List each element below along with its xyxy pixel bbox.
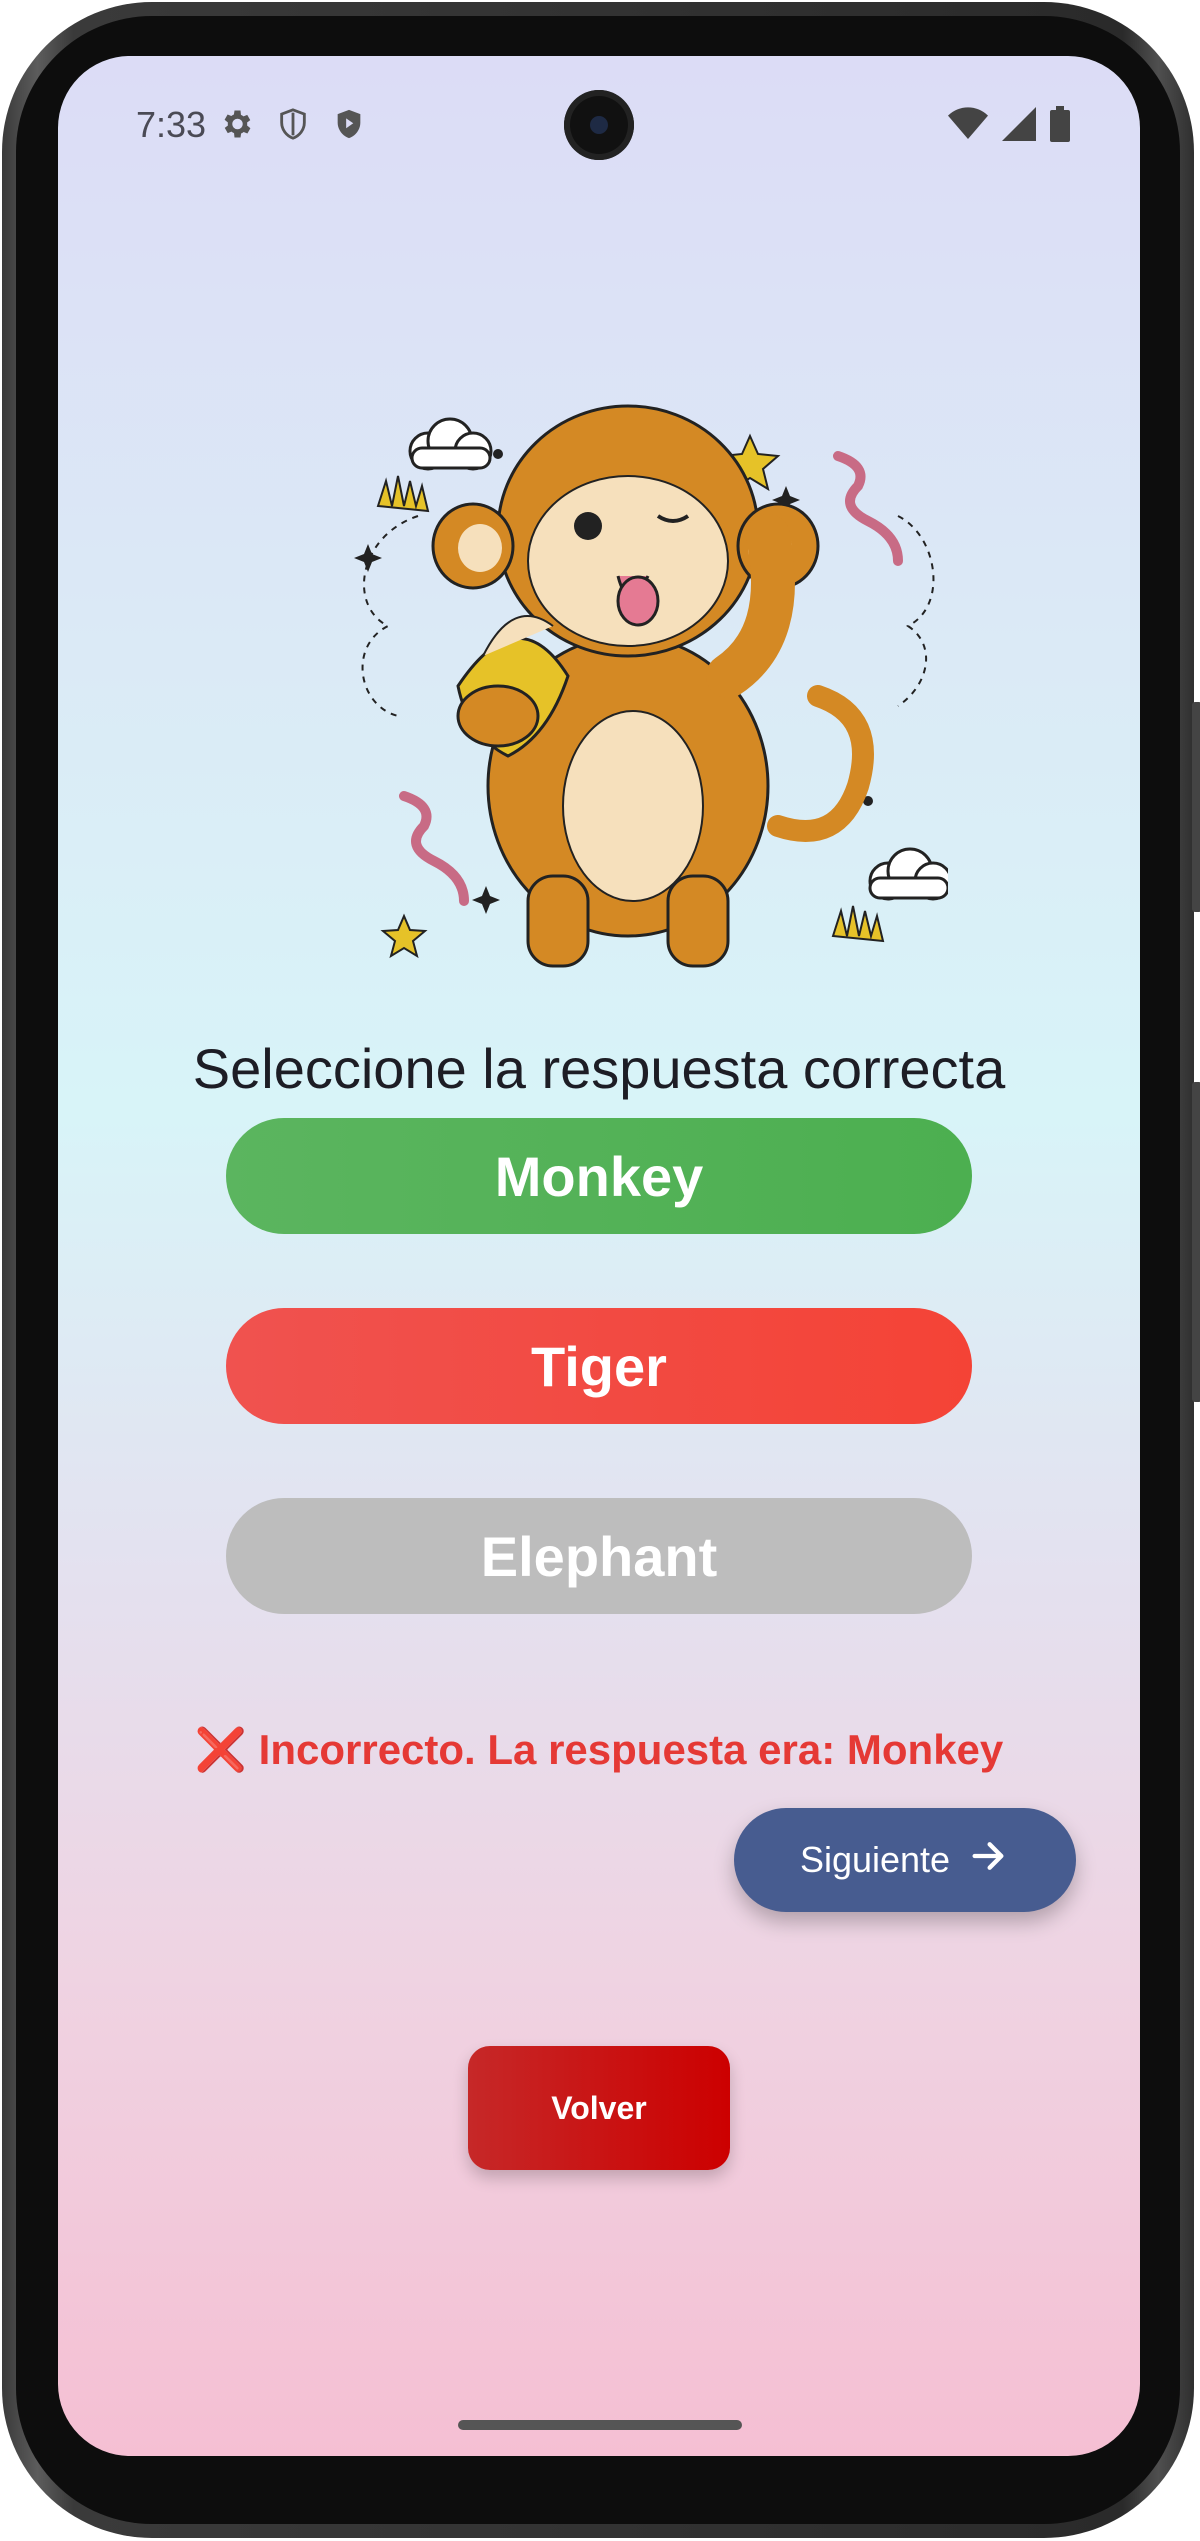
signal-icon — [1002, 107, 1036, 146]
back-button[interactable]: Volver — [468, 2046, 730, 2170]
volume-button — [1192, 702, 1200, 912]
front-camera — [564, 90, 634, 160]
app-screen: 7:33 Seleccione la respuesta correcta Mo… — [58, 56, 1140, 2456]
cross-mark-icon: ❌ — [194, 1726, 247, 1773]
shield-play-icon — [332, 106, 366, 147]
option-label: Elephant — [480, 1524, 718, 1588]
status-time: 7:33 — [136, 104, 207, 145]
status-icons-left — [218, 106, 366, 147]
option-label: Tiger — [531, 1334, 667, 1398]
feedback-message: ❌ Incorrecto. La respuesta era: Monkey — [58, 1726, 1140, 1775]
question-text: Seleccione la respuesta correcta — [192, 1037, 1006, 1100]
next-button[interactable]: Siguiente — [734, 1808, 1076, 1912]
battery-icon — [1050, 106, 1070, 147]
status-icons-right — [948, 106, 1070, 147]
option-label: Monkey — [494, 1144, 704, 1208]
settings-icon — [218, 106, 254, 147]
feedback-text: Incorrecto. La respuesta era: Monkey — [258, 1726, 1004, 1773]
status-bar: 7:33 — [58, 56, 1140, 196]
answer-option-selected-wrong[interactable]: Tiger — [226, 1308, 972, 1424]
next-button-label: Siguiente — [799, 1839, 951, 1880]
wifi-icon — [948, 107, 988, 146]
home-indicator[interactable] — [458, 2420, 742, 2430]
answer-option-correct[interactable]: Monkey — [226, 1118, 972, 1234]
back-button-label: Volver — [551, 2089, 647, 2126]
arrow-right-icon — [966, 1836, 1010, 1885]
shield-outline-icon — [276, 106, 310, 147]
power-button — [1192, 1082, 1200, 1402]
answer-option-disabled[interactable]: Elephant — [226, 1498, 972, 1614]
monkey-illustration — [308, 356, 953, 996]
